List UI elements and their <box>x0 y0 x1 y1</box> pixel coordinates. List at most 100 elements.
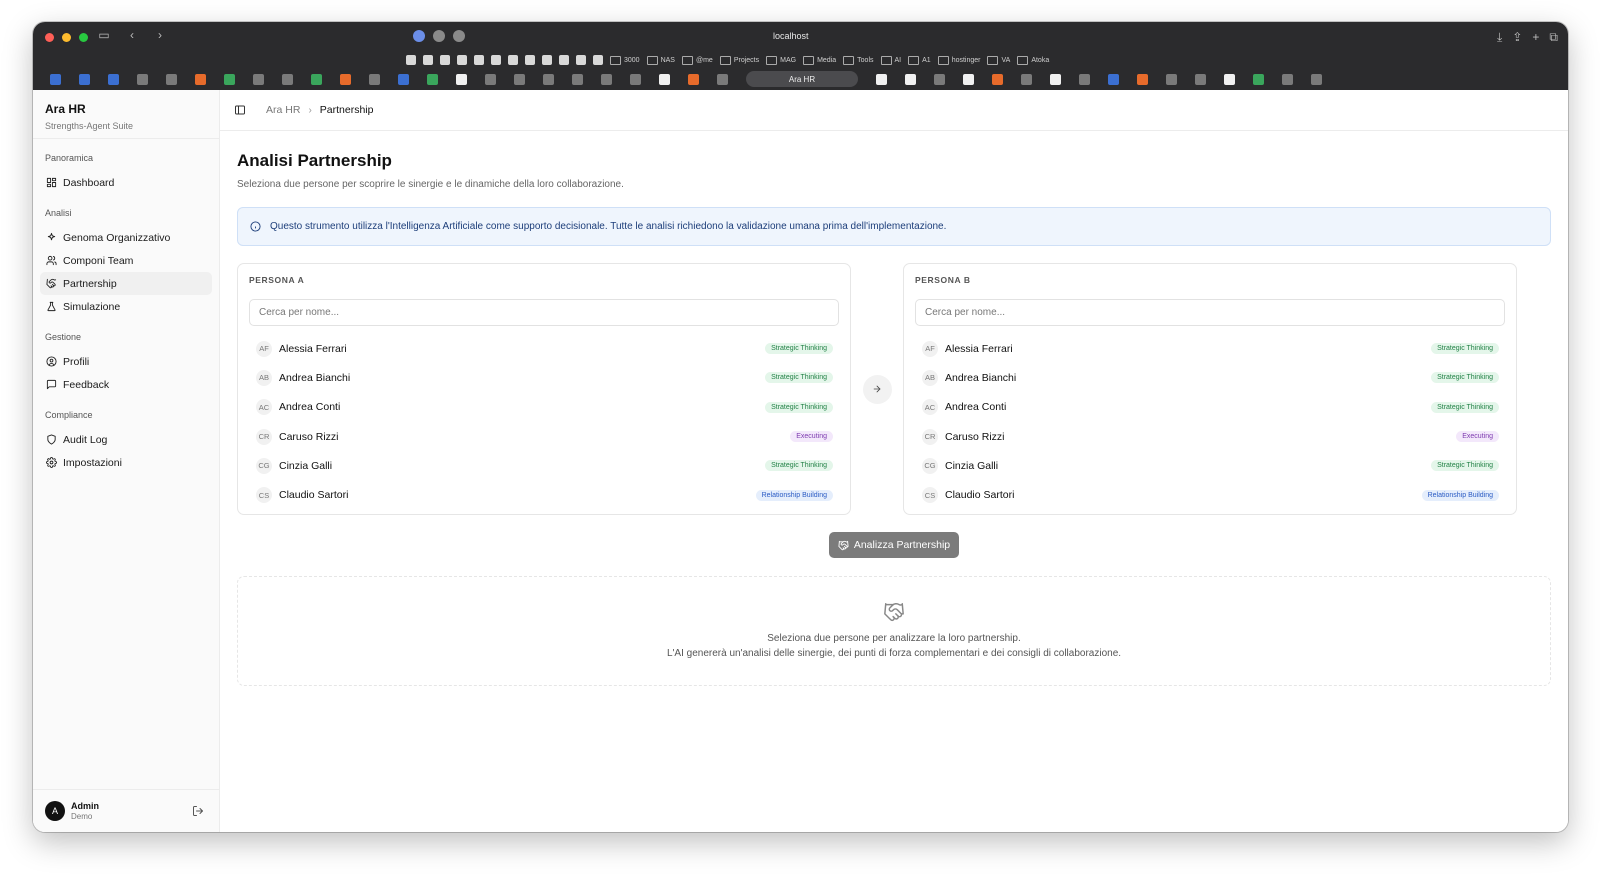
bookmark-favicon[interactable] <box>406 55 416 65</box>
sidebar-item-dashboard[interactable]: Dashboard <box>40 171 212 194</box>
sidebar-toggle-icon[interactable]: ▭ <box>95 28 113 42</box>
person-option[interactable]: AB Andrea Bianchi Strategic Thinking <box>915 363 1505 392</box>
bookmark-favicon[interactable] <box>491 55 501 65</box>
tab-favicon[interactable] <box>514 73 525 85</box>
person-option[interactable]: CR Caruso Rizzi Executing <box>915 422 1505 451</box>
tab-favicon[interactable] <box>137 73 148 85</box>
extension-icon[interactable] <box>453 30 465 42</box>
tab-favicon[interactable] <box>630 73 641 85</box>
forward-icon[interactable]: › <box>151 28 169 42</box>
tab-favicon[interactable] <box>1224 73 1235 85</box>
panel-toggle-icon[interactable] <box>234 104 246 116</box>
bookmark-favicon[interactable] <box>542 55 552 65</box>
sidebar-item-componi-team[interactable]: Componi Team <box>40 249 212 272</box>
bookmark-item[interactable]: @me <box>682 56 713 65</box>
tab-favicon[interactable] <box>572 73 583 85</box>
sidebar-item-feedback[interactable]: Feedback <box>40 373 212 396</box>
persona-a-search-input[interactable] <box>249 299 839 326</box>
person-option[interactable]: CS Claudio Sartori Relationship Building <box>915 480 1505 509</box>
bookmark-favicon[interactable] <box>474 55 484 65</box>
tab-favicon[interactable] <box>717 73 728 85</box>
tab-favicon[interactable] <box>934 73 945 85</box>
tab-favicon[interactable] <box>282 73 293 85</box>
address-bar[interactable]: localhost <box>773 31 809 41</box>
tab-overview-icon[interactable]: ⧉ <box>1549 30 1558 45</box>
person-option[interactable]: AC Andrea Conti Strategic Thinking <box>915 393 1505 422</box>
tab-favicon[interactable] <box>543 73 554 85</box>
tab-favicon[interactable] <box>485 73 496 85</box>
active-tab[interactable]: Ara HR <box>746 71 858 87</box>
bookmark-favicon[interactable] <box>576 55 586 65</box>
back-icon[interactable]: ‹ <box>123 28 141 42</box>
person-option[interactable]: AC Andrea Conti Strategic Thinking <box>249 393 839 422</box>
tab-favicon[interactable] <box>398 73 409 85</box>
tab-favicon[interactable] <box>456 73 467 85</box>
person-option[interactable]: AB Andrea Bianchi Strategic Thinking <box>249 363 839 392</box>
bookmark-item[interactable]: A1 <box>908 56 931 65</box>
maximize-window-button[interactable] <box>79 33 88 42</box>
bookmark-favicon[interactable] <box>593 55 603 65</box>
extension-icon[interactable] <box>433 30 445 42</box>
sidebar-item-impostazioni[interactable]: Impostazioni <box>40 451 212 474</box>
sidebar-item-genoma-organizzativo[interactable]: Genoma Organizzativo <box>40 226 212 249</box>
tab-favicon[interactable] <box>369 73 380 85</box>
bookmark-item[interactable]: AI <box>881 56 902 65</box>
bookmark-item[interactable]: MAG <box>766 56 796 65</box>
person-option[interactable]: CG Cinzia Galli Strategic Thinking <box>915 451 1505 480</box>
close-window-button[interactable] <box>45 33 54 42</box>
sidebar-item-profili[interactable]: Profili <box>40 350 212 373</box>
extension-icon[interactable] <box>413 30 425 42</box>
share-icon[interactable]: ⇪ <box>1512 30 1522 45</box>
tab-favicon[interactable] <box>427 73 438 85</box>
tab-favicon[interactable] <box>992 73 1003 85</box>
tab-favicon[interactable] <box>253 73 264 85</box>
bookmark-item[interactable]: VA <box>987 56 1010 65</box>
new-tab-icon[interactable]: + <box>1532 30 1539 45</box>
person-option[interactable]: AF Alessia Ferrari Strategic Thinking <box>915 334 1505 363</box>
tab-favicon[interactable] <box>1079 73 1090 85</box>
bookmark-favicon[interactable] <box>423 55 433 65</box>
tab-favicon[interactable] <box>1137 73 1148 85</box>
tab-favicon[interactable] <box>1050 73 1061 85</box>
bookmark-favicon[interactable] <box>559 55 569 65</box>
tab-favicon[interactable] <box>659 73 670 85</box>
tab-favicon[interactable] <box>963 73 974 85</box>
bookmark-item[interactable]: NAS <box>647 56 675 65</box>
tab-favicon[interactable] <box>340 73 351 85</box>
tab-favicon[interactable] <box>166 73 177 85</box>
bookmark-item[interactable]: Projects <box>720 56 759 65</box>
tab-favicon[interactable] <box>601 73 612 85</box>
tab-favicon[interactable] <box>1166 73 1177 85</box>
sidebar-item-simulazione[interactable]: Simulazione <box>40 295 212 318</box>
bookmark-item[interactable]: Atoka <box>1017 56 1049 65</box>
tab-favicon[interactable] <box>1021 73 1032 85</box>
bookmark-favicon[interactable] <box>525 55 535 65</box>
tab-favicon[interactable] <box>1282 73 1293 85</box>
bookmark-item[interactable]: 3000 <box>610 56 640 65</box>
breadcrumb-root[interactable]: Ara HR <box>266 104 300 116</box>
tab-favicon[interactable] <box>224 73 235 85</box>
bookmark-item[interactable]: Tools <box>843 56 873 65</box>
sidebar-item-audit-log[interactable]: Audit Log <box>40 428 212 451</box>
tab-favicon[interactable] <box>1311 73 1322 85</box>
person-option[interactable]: CR Caruso Rizzi Executing <box>249 422 839 451</box>
logout-icon[interactable] <box>192 805 204 817</box>
person-option[interactable]: CS Claudio Sartori Relationship Building <box>249 480 839 509</box>
tab-favicon[interactable] <box>1108 73 1119 85</box>
analyze-partnership-button[interactable]: Analizza Partnership <box>828 532 960 558</box>
persona-b-search-input[interactable] <box>915 299 1505 326</box>
person-option[interactable]: CG Cinzia Galli Strategic Thinking <box>249 451 839 480</box>
tab-favicon[interactable] <box>905 73 916 85</box>
tab-favicon[interactable] <box>50 73 61 85</box>
tab-favicon[interactable] <box>1253 73 1264 85</box>
tab-favicon[interactable] <box>79 73 90 85</box>
bookmark-favicon[interactable] <box>440 55 450 65</box>
avatar[interactable]: A <box>45 801 65 821</box>
tab-favicon[interactable] <box>876 73 887 85</box>
person-option[interactable]: AF Alessia Ferrari Strategic Thinking <box>249 334 839 363</box>
tab-favicon[interactable] <box>195 73 206 85</box>
tab-favicon[interactable] <box>1195 73 1206 85</box>
bookmark-favicon[interactable] <box>508 55 518 65</box>
tab-favicon[interactable] <box>688 73 699 85</box>
bookmark-favicon[interactable] <box>457 55 467 65</box>
